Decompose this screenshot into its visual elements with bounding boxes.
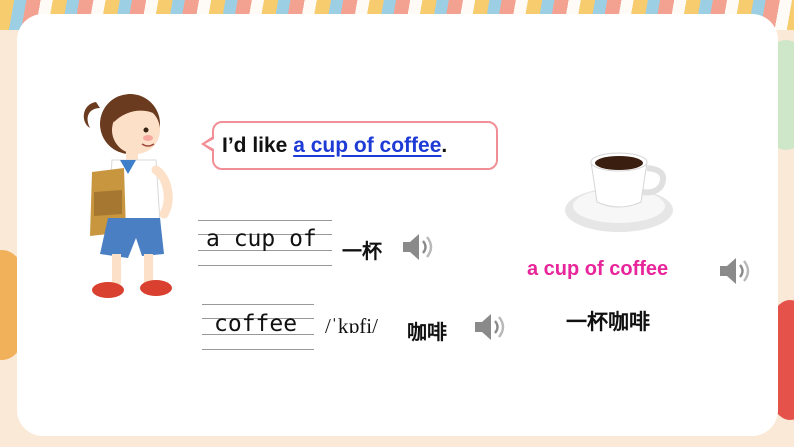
handwritten-a-cup-of: a cup of [206, 226, 317, 252]
speech-bubble: I’d like a cup of coffee. [212, 121, 498, 170]
handwritten-coffee: coffee [214, 311, 298, 337]
phonetic-coffee: /ˈkɒfi/ [325, 314, 378, 338]
summary-chinese: 一杯咖啡 [566, 311, 650, 334]
chinese-ka-fei: 咖啡 [407, 322, 447, 344]
chinese-yi-bei: 一杯 [342, 241, 382, 263]
coffee-cup-illustration [565, 152, 673, 232]
bubble-highlight: a cup of coffee [293, 134, 442, 157]
summary-english: a cup of coffee [527, 258, 669, 280]
bubble-prefix: I’d like [222, 134, 294, 157]
speaker-icon[interactable] [716, 252, 754, 290]
bubble-suffix: . [441, 134, 448, 157]
speaker-icon[interactable] [399, 228, 437, 266]
girl-illustration [83, 94, 173, 298]
speaker-icon[interactable] [471, 308, 509, 346]
